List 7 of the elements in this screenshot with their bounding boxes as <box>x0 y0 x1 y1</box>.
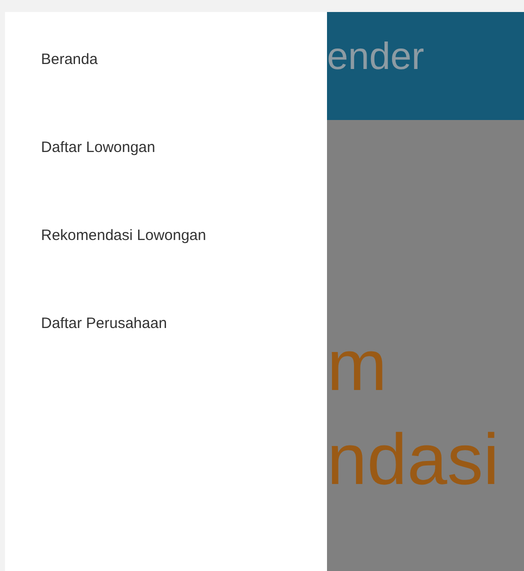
heading-text: m <box>327 330 387 402</box>
drawer-item[interactable]: Daftar Perusahaan <box>41 314 167 334</box>
drawer-item[interactable]: Beranda <box>41 50 98 70</box>
drawer-item[interactable]: Daftar Lowongan <box>41 138 156 158</box>
drawer-item[interactable]: Rekomendasi Lowongan <box>41 226 206 246</box>
app-title: ender <box>327 38 424 76</box>
heading-text: ndasi <box>327 424 500 496</box>
